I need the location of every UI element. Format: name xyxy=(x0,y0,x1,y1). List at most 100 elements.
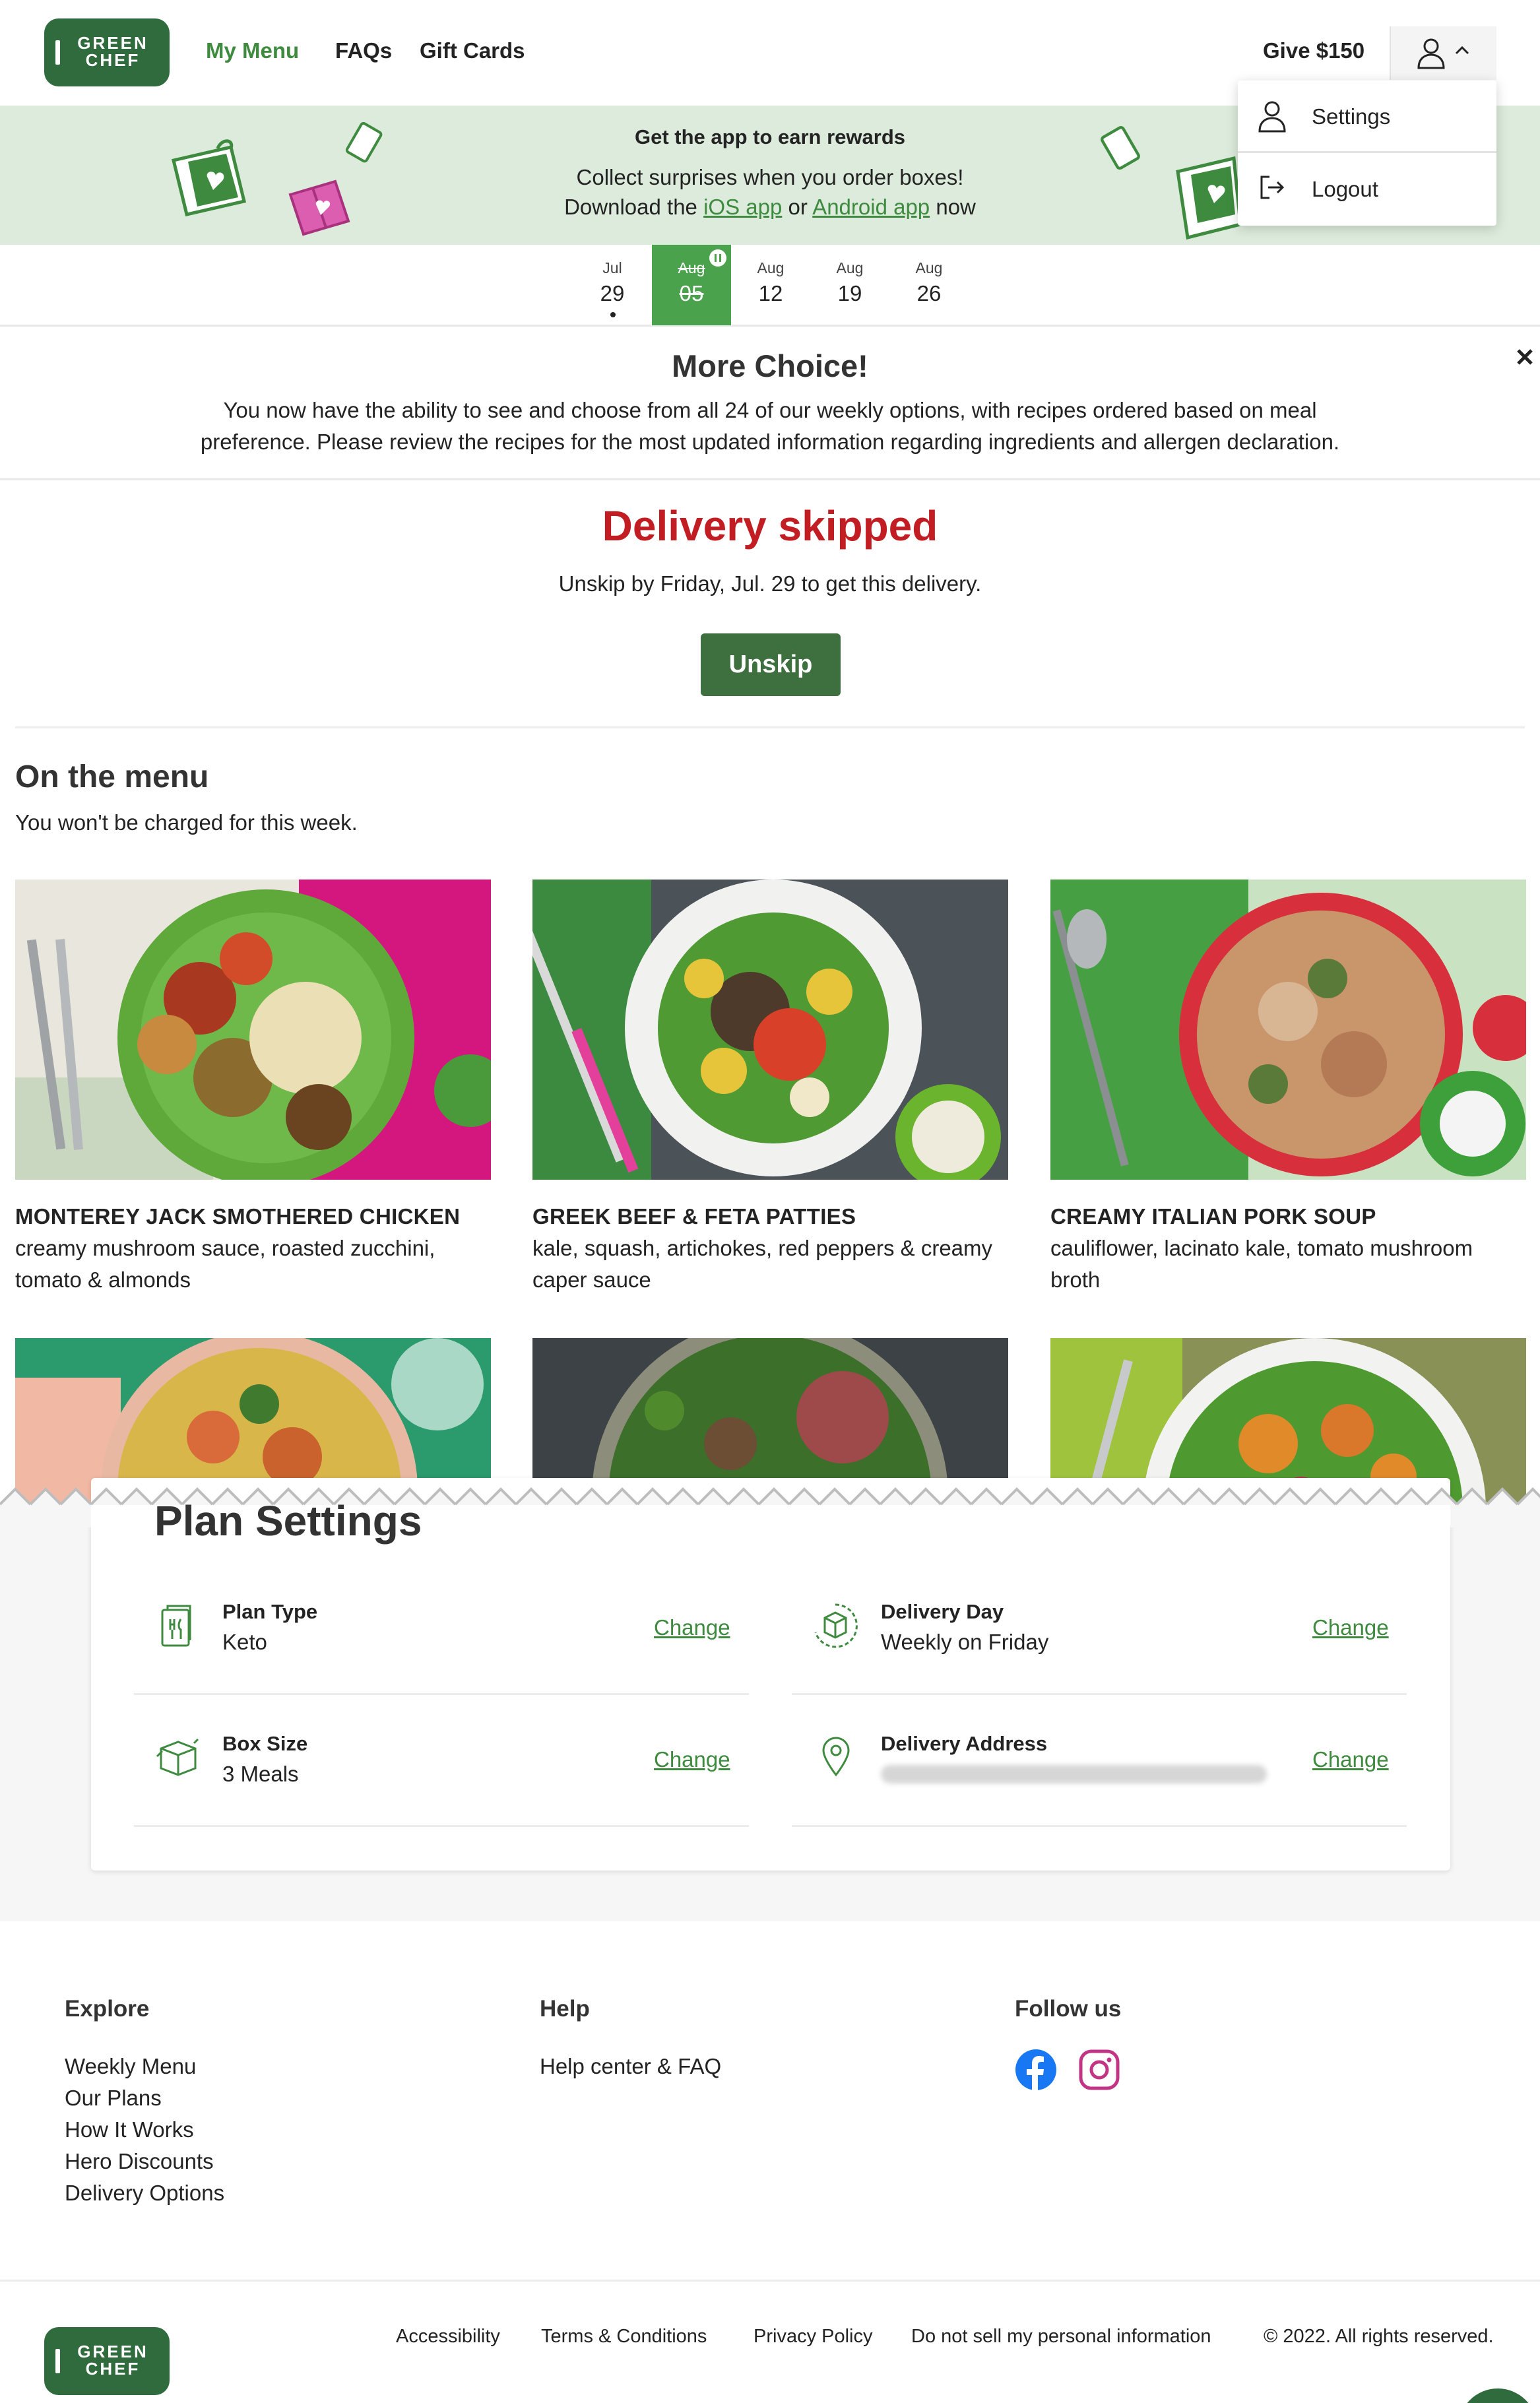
pause-icon xyxy=(709,249,726,267)
nav-gift-cards[interactable]: Gift Cards xyxy=(420,38,525,63)
footer-link-privacy[interactable]: Privacy Policy xyxy=(754,2326,873,2348)
chat-widget-button[interactable] xyxy=(1458,2388,1537,2403)
recipe-title[interactable]: CREAMY ITALIAN PORK SOUP xyxy=(1050,1204,1376,1229)
unskip-button[interactable]: Unskip xyxy=(701,633,841,696)
footer-help-title: Help xyxy=(540,1996,590,2022)
footer-divider xyxy=(0,2280,1540,2282)
week-month: Aug xyxy=(836,259,864,276)
current-week-dot xyxy=(610,312,616,317)
green-chef-logo[interactable]: GREEN CHEF xyxy=(44,18,170,86)
recipe-description: cauliflower, lacinato kale, tomato mushr… xyxy=(1050,1236,1473,1292)
divider xyxy=(792,1825,1407,1827)
recipe-description: kale, squash, artichokes, red peppers & … xyxy=(532,1236,993,1292)
logo-text-line1: GREEN xyxy=(77,33,148,53)
location-pin-icon xyxy=(822,1737,850,1777)
week-month: Aug xyxy=(915,259,943,276)
footer-link-weekly-menu[interactable]: Weekly Menu xyxy=(65,2054,196,2079)
week-aug-26[interactable]: Aug 26 xyxy=(889,245,969,325)
recipe-title[interactable]: MONTEREY JACK SMOTHERED CHICKEN xyxy=(15,1204,460,1229)
logout-icon xyxy=(1260,176,1285,199)
change-delivery-address-link[interactable]: Change xyxy=(1312,1747,1389,1772)
close-icon[interactable] xyxy=(1513,345,1537,369)
footer-link-hero-discounts[interactable]: Hero Discounts xyxy=(65,2149,214,2174)
week-aug-12[interactable]: Aug 12 xyxy=(731,245,810,325)
delivery-week-selector: Jul 29 Aug 05 Aug 12 Aug 19 Aug 26 xyxy=(0,245,1540,327)
footer-explore-title: Explore xyxy=(65,1996,150,2022)
unskip-deadline-text: Unskip by Friday, Jul. 29 to get this de… xyxy=(558,571,982,596)
divider xyxy=(134,1825,749,1827)
green-chef-footer-logo[interactable]: GREEN CHEF xyxy=(44,2327,170,2395)
divider xyxy=(792,1693,1407,1695)
delivery-box-icon xyxy=(814,1603,858,1648)
more-choice-notice: More Choice! You now have the ability to… xyxy=(0,327,1540,480)
recipe-image-pork-soup[interactable] xyxy=(1050,880,1526,1180)
change-plan-type-link[interactable]: Change xyxy=(654,1615,730,1640)
recipe-title[interactable]: GREEK BEEF & FETA PATTIES xyxy=(532,1204,856,1229)
plan-settings-title: Plan Settings xyxy=(154,1497,422,1545)
promo-line2-pre: Download the xyxy=(564,195,704,219)
menu-section-title: On the menu xyxy=(15,759,209,794)
user-icon xyxy=(1258,101,1286,133)
divider xyxy=(15,726,1525,728)
ios-app-link[interactable]: iOS app xyxy=(703,195,782,219)
account-menu-button[interactable] xyxy=(1390,26,1496,80)
week-day: 19 xyxy=(837,281,862,305)
footer-link-accessibility[interactable]: Accessibility xyxy=(396,2326,500,2348)
chevron-up-icon xyxy=(1455,46,1469,55)
plan-type-label: Plan Type xyxy=(222,1600,318,1623)
box-icon xyxy=(156,1738,199,1776)
footer-link-delivery-options[interactable]: Delivery Options xyxy=(65,2181,224,2206)
facebook-icon[interactable] xyxy=(1015,2049,1057,2091)
footer-follow-title: Follow us xyxy=(1015,1996,1122,2022)
recipe-description: creamy mushroom sauce, roasted zucchini,… xyxy=(15,1236,435,1292)
redacted-address xyxy=(881,1765,1267,1783)
delivery-day-label: Delivery Day xyxy=(881,1600,1004,1623)
promo-line2-post: now xyxy=(930,195,976,219)
week-jul-29[interactable]: Jul 29 xyxy=(573,245,652,325)
week-day: 26 xyxy=(916,281,942,305)
notice-body: You now have the ability to see and choo… xyxy=(200,398,1340,454)
instagram-icon[interactable] xyxy=(1078,2049,1120,2091)
logo-text-line2: CHEF xyxy=(85,50,141,70)
change-box-size-link[interactable]: Change xyxy=(654,1747,730,1772)
change-delivery-day-link[interactable]: Change xyxy=(1312,1615,1389,1640)
week-day: 12 xyxy=(758,281,783,305)
week-day: 29 xyxy=(600,281,625,305)
user-icon xyxy=(1417,38,1445,69)
notice-title: More Choice! xyxy=(672,348,868,383)
logo-text-line1: GREEN xyxy=(77,2342,148,2361)
plan-type-value: Keto xyxy=(222,1630,267,1654)
copyright-text: © 2022. All rights reserved. xyxy=(1264,2326,1494,2347)
footer-link-help-center[interactable]: Help center & FAQ xyxy=(540,2054,721,2079)
footer-link-our-plans[interactable]: Our Plans xyxy=(65,2086,162,2111)
menu-book-icon xyxy=(161,1605,191,1647)
give-referral-link[interactable]: Give $150 xyxy=(1263,38,1364,63)
box-size-label: Box Size xyxy=(222,1732,308,1755)
box-size-value: 3 Meals xyxy=(222,1762,299,1786)
menu-section-subtitle: You won't be charged for this week. xyxy=(15,810,358,835)
logout-label: Logout xyxy=(1312,177,1378,201)
week-month: Jul xyxy=(602,259,622,276)
week-month: Aug xyxy=(757,259,785,276)
logout-menu-item[interactable]: Logout xyxy=(1238,153,1496,226)
recipe-image-chicken[interactable] xyxy=(15,880,491,1180)
account-dropdown: Settings Logout xyxy=(1238,80,1496,226)
recipe-image-greek-beef[interactable] xyxy=(532,880,1008,1180)
divider xyxy=(134,1693,749,1695)
footer-link-how-it-works[interactable]: How It Works xyxy=(65,2117,194,2142)
promo-line2-mid: or xyxy=(782,195,813,219)
settings-label: Settings xyxy=(1312,104,1391,129)
delivery-status-heading: Delivery skipped xyxy=(602,502,938,550)
week-aug-05[interactable]: Aug 05 xyxy=(652,245,731,325)
footer-link-do-not-sell[interactable]: Do not sell my personal information xyxy=(911,2326,1211,2348)
logo-text-line2: CHEF xyxy=(85,2359,141,2379)
delivery-day-value: Weekly on Friday xyxy=(881,1630,1049,1654)
delivery-address-label: Delivery Address xyxy=(881,1732,1048,1755)
nav-my-menu[interactable]: My Menu xyxy=(206,38,299,63)
android-app-link[interactable]: Android app xyxy=(812,195,930,219)
footer-link-terms[interactable]: Terms & Conditions xyxy=(541,2326,707,2348)
nav-faqs[interactable]: FAQs xyxy=(335,38,392,63)
settings-menu-item[interactable]: Settings xyxy=(1238,80,1496,153)
week-aug-19[interactable]: Aug 19 xyxy=(810,245,889,325)
week-day: 05 xyxy=(679,281,704,305)
